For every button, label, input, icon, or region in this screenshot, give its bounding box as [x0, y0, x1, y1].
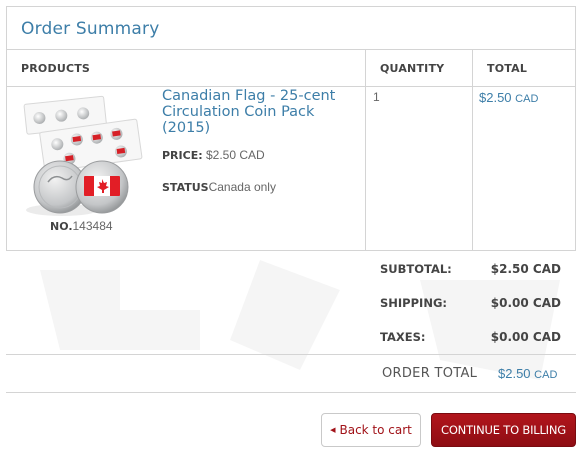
column-header-quantity: QUANTITY [380, 62, 445, 75]
order-total-currency: CAD [534, 369, 558, 381]
sku-value: 143484 [72, 219, 113, 233]
item-total: $2.50 CAD [479, 90, 538, 105]
product-name-link[interactable]: Canadian Flag - 25-cent Circulation Coin… [162, 88, 342, 136]
item-total-amount: $2.50 [479, 90, 512, 105]
product-status: STATUSCanada only [162, 180, 276, 194]
column-header-products: PRODUCTS [21, 62, 91, 75]
divider [7, 49, 575, 50]
subtotal-value: $2.50 CAD [490, 262, 561, 276]
item-quantity: 1 [373, 90, 380, 104]
shipping-label: SHIPPING: [380, 296, 447, 310]
status-label: STATUS [162, 181, 209, 194]
subtotal-label: SUBTOTAL: [380, 262, 452, 276]
order-total-label: ORDER TOTAL [382, 366, 478, 381]
divider [6, 354, 576, 355]
back-to-cart-button[interactable]: ◀ Back to cart [321, 413, 421, 447]
column-header-total: TOTAL [487, 62, 528, 75]
column-divider [472, 49, 473, 250]
shipping-value: $0.00 CAD [490, 296, 561, 310]
back-to-cart-label: Back to cart [339, 423, 412, 437]
price-value: $2.50 CAD [205, 148, 265, 162]
status-value: Canada only [208, 180, 276, 194]
order-total-amount: $2.50 [498, 366, 531, 381]
divider [7, 86, 575, 87]
taxes-label: TAXES: [380, 330, 426, 344]
divider [6, 392, 576, 393]
price-label: PRICE: [162, 149, 203, 162]
product-price: PRICE: $2.50 CAD [162, 148, 265, 162]
chevron-left-icon: ◀ [330, 426, 336, 434]
item-total-currency: CAD [515, 93, 539, 105]
order-total-value: $2.50 CAD [498, 366, 557, 381]
panel-title: Order Summary [21, 19, 160, 39]
column-divider [365, 49, 366, 250]
product-sku: NO.143484 [50, 219, 113, 233]
taxes-value: $0.00 CAD [490, 330, 561, 344]
sku-label: NO. [50, 220, 73, 233]
continue-to-billing-button[interactable]: CONTINUE TO BILLING [431, 413, 576, 447]
product-image[interactable] [18, 92, 143, 222]
